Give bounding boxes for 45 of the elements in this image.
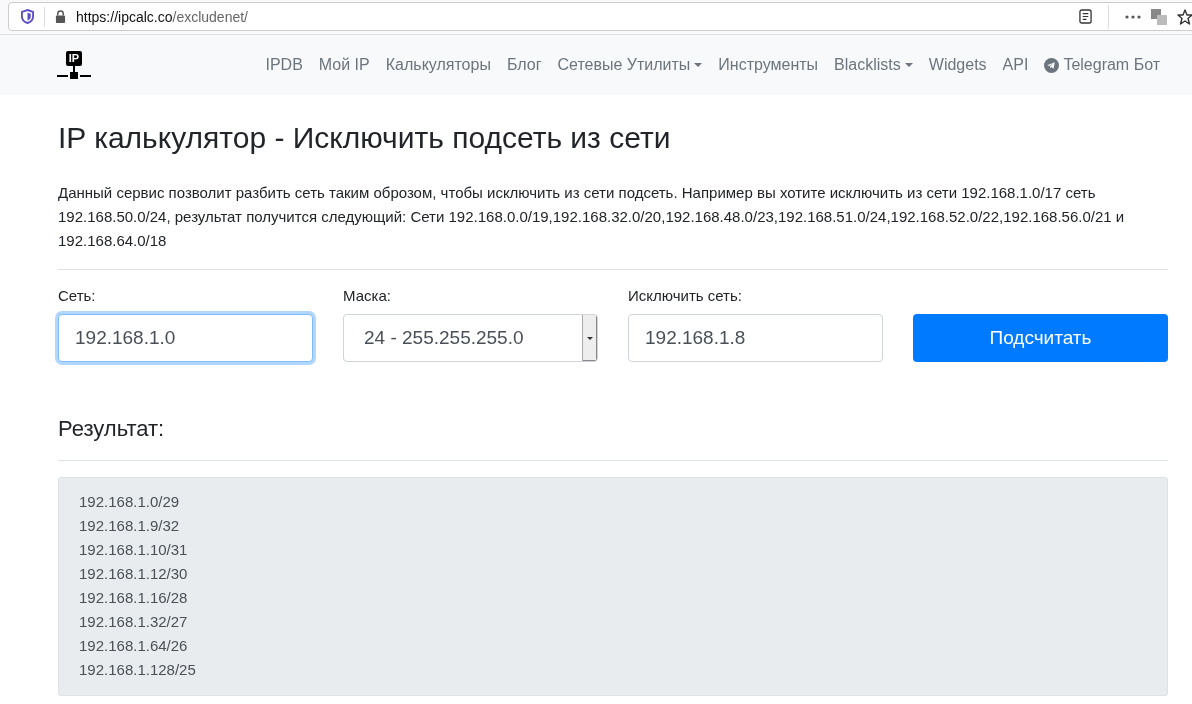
url-text[interactable]: https://ipcalc.co/excludenet/ <box>76 8 248 25</box>
result-line: 192.168.1.16/28 <box>79 588 189 608</box>
result-line: 192.168.1.64/26 <box>79 636 189 656</box>
result-heading: Результат: <box>58 415 166 443</box>
input-field[interactable]: 192.168.1.0 <box>58 314 313 362</box>
nav-link[interactable]: Telegram Бот <box>1036 48 1168 82</box>
logo[interactable]: IP <box>57 50 91 80</box>
result-line: 192.168.1.128/25 <box>79 660 197 680</box>
result-line: 192.168.1.0/29 <box>79 492 181 512</box>
caret-icon <box>904 63 913 67</box>
nav-link[interactable]: Инструменты <box>710 48 827 82</box>
address-bar[interactable]: https://ipcalc.co/excludenet/ <box>8 2 1192 31</box>
logo-text: IP <box>65 50 83 66</box>
input-field[interactable]: 192.168.1.8 <box>628 314 883 362</box>
nav-link-text: Сетевые Утилиты <box>557 56 691 74</box>
shield-icon[interactable] <box>21 9 34 24</box>
nav-link[interactable]: Калькуляторы <box>377 48 499 82</box>
nav-link[interactable]: API <box>994 48 1037 82</box>
field-label: Исключить сеть: <box>628 286 743 306</box>
result-line: 192.168.1.12/30 <box>79 564 189 584</box>
nav-link[interactable]: Мой IP <box>310 48 378 82</box>
caret-icon <box>587 336 593 340</box>
telegram-icon <box>1044 57 1060 73</box>
nav-link[interactable]: Blacklists <box>826 48 921 82</box>
nav-link-text: Blacklists <box>834 56 901 74</box>
star-icon[interactable] <box>1177 8 1192 25</box>
result-line: 192.168.1.10/31 <box>79 540 189 560</box>
nav-link-text: Telegram Бот <box>1063 56 1160 74</box>
result-line: 192.168.1.32/27 <box>79 612 189 632</box>
reader-view-icon[interactable] <box>1079 9 1092 24</box>
network-icon <box>57 65 91 80</box>
submit-button[interactable]: Подсчитать <box>913 314 1168 362</box>
field-label: Сеть: <box>58 286 97 306</box>
caret-icon <box>694 63 703 67</box>
nav-link[interactable]: Блог <box>498 48 550 82</box>
mask-select[interactable]: 24 - 255.255.255.0 <box>343 314 598 362</box>
nav-link[interactable]: Сетевые Утилиты <box>549 48 711 82</box>
field-label: Маска: <box>343 286 392 306</box>
page-title: IP калькулятор - Исключить подсеть из сети <box>58 120 672 156</box>
result-line: 192.168.1.9/32 <box>79 516 181 536</box>
description-text: Данный сервис позволит разбить сеть таким оброзом, чтобы исключить из сети подсеть. Например вы хотите исключить из сети 192.168.1.0/17 сеть 192.168.50.0/24, результат получится следующий: Сети 192.168.0.0/19,192.168.32.0/20,192.168.48.0/23,192.168.51.0/24,192.168.52.0/22,192.168.56.0/21 и 192.168.64.0/18 <box>58 183 1126 251</box>
nav-link[interactable]: Widgets <box>920 48 995 82</box>
padlock-icon <box>55 10 66 23</box>
more-icon[interactable] <box>1125 14 1141 19</box>
nav-link[interactable]: IPDB <box>257 48 311 82</box>
